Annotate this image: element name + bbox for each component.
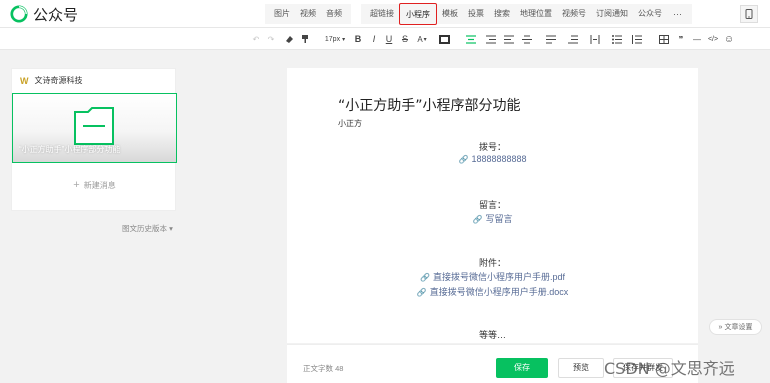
dial-label: 拨号： <box>478 142 506 152</box>
article-card-title: “小正方助手”小程序部分功能 <box>19 145 121 154</box>
content-insert-group: 超链接 小程序 模板 投票 搜索 地理位置 视频号 订阅通知 公众号 ··· <box>361 3 692 25</box>
font-size-select[interactable]: 17px ▾ <box>320 32 350 46</box>
new-message-button[interactable]: + 新建消息 <box>12 179 177 191</box>
underline-button[interactable]: U <box>384 32 394 46</box>
attachment-docx-link[interactable]: 🔗 直接拨号微信小程序用户手册.docx <box>287 285 698 298</box>
bold-button[interactable]: B <box>353 32 363 46</box>
double-chevron-icon: » <box>718 323 723 331</box>
top-header: 公众号 图片 视频 音频 超链接 小程序 模板 投票 搜索 地理位置 视频号 订… <box>0 0 770 28</box>
write-message-link[interactable]: 🔗 写留言 <box>287 212 698 225</box>
emoji-icon[interactable]: ☺ <box>723 32 735 46</box>
account-name: 文诗奇源科技 <box>34 76 83 85</box>
link-icon: 🔗 <box>416 288 427 297</box>
page-margin-icon[interactable] <box>566 32 580 46</box>
article-author[interactable]: 小正方 <box>338 118 362 129</box>
italic-glyph: I <box>372 34 376 44</box>
insert-toolbar: 图片 视频 音频 超链接 小程序 模板 投票 搜索 地理位置 视频号 订阅通知 … <box>265 3 702 25</box>
account-logo-icon: W <box>20 75 29 86</box>
insert-channels-button[interactable]: 视频号 <box>557 4 591 24</box>
line-spacing-icon[interactable] <box>520 32 534 46</box>
clear-format-icon[interactable] <box>283 32 295 46</box>
chevron-down-icon: ▾ <box>342 36 346 43</box>
paragraph-spacing-icon[interactable] <box>502 32 516 46</box>
wechat-logo-icon <box>10 5 28 23</box>
bold-glyph: B <box>354 34 362 44</box>
attachment-pdf-link[interactable]: 🔗 直接拨号微信小程序用户手册.pdf <box>287 270 698 283</box>
blockquote-icon[interactable]: ❞ <box>675 32 687 46</box>
article-editor[interactable]: “小正方助手”小程序部分功能 小正方 拨号： 🔗 18888888888 留言： … <box>287 68 698 343</box>
link-icon: 🔗 <box>472 215 483 224</box>
article-settings-label: 文章设置 <box>724 324 753 331</box>
insert-vote-button[interactable]: 投票 <box>463 4 489 24</box>
italic-button[interactable]: I <box>369 32 379 46</box>
font-color-glyph: A <box>417 34 423 44</box>
article-settings-button[interactable]: » 文章设置 <box>709 319 762 335</box>
format-painter-icon[interactable] <box>299 32 311 46</box>
insert-search-button[interactable]: 搜索 <box>489 4 515 24</box>
mobile-preview-icon[interactable] <box>740 5 758 23</box>
dial-phone-link[interactable]: 🔗 18888888888 <box>287 154 698 164</box>
insert-official-account-button[interactable]: 公众号 <box>633 4 667 24</box>
insert-hyperlink-button[interactable]: 超链接 <box>365 4 399 24</box>
attachment-pdf-text: 直接拨号微信小程序用户手册.pdf <box>432 272 565 282</box>
wechat-mp-logo[interactable]: 公众号 <box>10 3 78 25</box>
save-button[interactable]: 保存 <box>496 358 548 378</box>
preview-button[interactable]: 预览 <box>558 358 604 378</box>
code-icon[interactable]: </> <box>706 32 720 46</box>
indent-icon[interactable] <box>485 32 497 46</box>
format-toolbar: ↶ ↷ 17px ▾ B I U S A ▾ ❞ — </> ☺ <box>0 28 770 50</box>
ordered-list-icon[interactable] <box>630 32 644 46</box>
logo-text: 公众号 <box>33 5 79 24</box>
text-direction-icon[interactable] <box>588 32 602 46</box>
underline-glyph: U <box>385 34 393 44</box>
undo-icon[interactable]: ↶ <box>251 32 261 46</box>
media-insert-group: 图片 视频 音频 <box>265 4 351 24</box>
letter-spacing-icon[interactable] <box>544 32 558 46</box>
insert-template-button[interactable]: 模板 <box>437 4 463 24</box>
attachment-docx-text: 直接拨号微信小程序用户手册.docx <box>429 287 569 297</box>
divider-icon[interactable]: — <box>691 32 703 46</box>
font-size-value: 17px <box>324 35 341 43</box>
background-color-icon[interactable] <box>437 32 451 46</box>
dial-phone-text: 18888888888 <box>471 154 527 164</box>
write-message-text: 写留言 <box>485 214 513 224</box>
article-list-panel: W 文诗奇源科技 “小正方助手”小程序部分功能 + 新建消息 <box>11 68 177 211</box>
insert-audio-button[interactable]: 音频 <box>321 4 347 24</box>
save-and-publish-button[interactable]: 保存并群发 <box>613 358 673 378</box>
insert-image-button[interactable]: 图片 <box>269 4 295 24</box>
insert-miniprogram-button[interactable]: 小程序 <box>399 3 437 25</box>
message-label: 留言： <box>478 200 506 210</box>
table-icon[interactable] <box>658 32 670 46</box>
article-cover-card[interactable]: “小正方助手”小程序部分功能 <box>12 93 177 163</box>
insert-video-button[interactable]: 视频 <box>295 4 321 24</box>
ellipsis-text: 等等… <box>478 330 506 340</box>
link-icon: 🔗 <box>458 155 469 164</box>
folder-icon <box>74 107 114 145</box>
align-center-icon[interactable] <box>465 32 477 46</box>
chevron-down-icon: ▾ <box>423 36 427 43</box>
strikethrough-button[interactable]: S <box>400 32 410 46</box>
bottom-action-bar: 正文字数 48 保存 预览 保存并群发 <box>287 344 698 383</box>
article-history-link[interactable]: 图文历史版本 ▾ <box>122 223 173 234</box>
insert-subscription-notice-button[interactable]: 订阅通知 <box>591 4 633 24</box>
more-options-button[interactable]: ··· <box>667 4 688 24</box>
attachment-label: 附件： <box>478 258 506 268</box>
link-icon: 🔗 <box>420 273 430 282</box>
new-message-label: 新建消息 <box>83 181 116 190</box>
article-title[interactable]: “小正方助手”小程序部分功能 <box>338 95 521 115</box>
font-color-button[interactable]: A ▾ <box>415 32 429 46</box>
account-header: W 文诗奇源科技 <box>20 75 83 86</box>
word-count: 正文字数 48 <box>303 364 344 373</box>
unordered-list-icon[interactable] <box>610 32 624 46</box>
redo-icon[interactable]: ↷ <box>266 32 276 46</box>
insert-location-button[interactable]: 地理位置 <box>515 4 557 24</box>
plus-icon: + <box>73 179 80 191</box>
strike-glyph: S <box>401 34 408 44</box>
